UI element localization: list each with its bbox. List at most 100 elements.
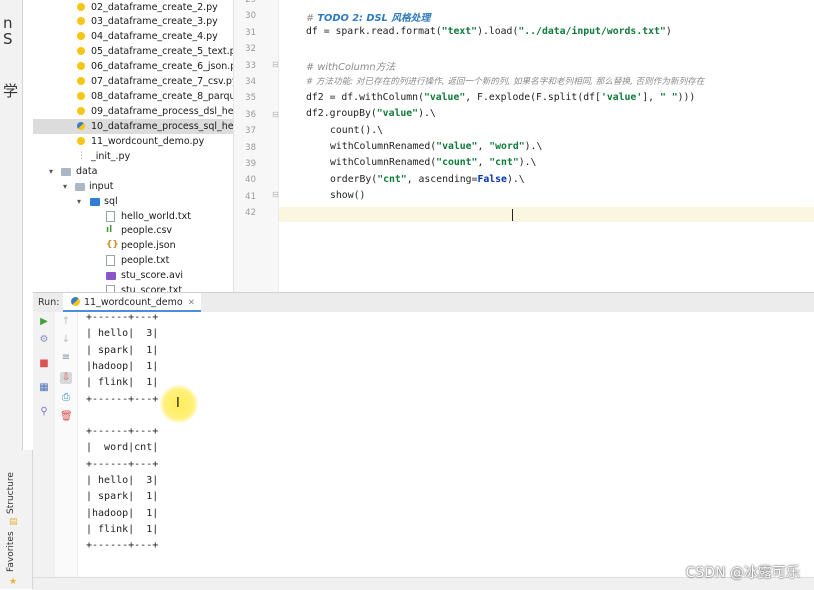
tree-item[interactable]: ▾ input bbox=[33, 179, 233, 194]
console-line: |hadoop| 1| bbox=[86, 507, 159, 519]
tree-item[interactable]: ▾ sql bbox=[33, 194, 233, 209]
structure-tab[interactable]: Structure bbox=[6, 472, 16, 514]
soft-wrap-icon[interactable]: ≡ bbox=[60, 352, 72, 364]
structure-icon: ▤ bbox=[9, 517, 18, 527]
tree-item-label: people.txt bbox=[121, 255, 170, 266]
tree-item[interactable]: stu_score.txt bbox=[33, 283, 233, 292]
tree-item-label: 04_dataframe_create_4.py bbox=[91, 31, 218, 42]
scroll-to-end-icon[interactable]: ⇩ bbox=[60, 372, 72, 384]
python-file-icon bbox=[77, 47, 85, 55]
code-line-30: # TODO 2: DSL 风格处理 bbox=[306, 13, 431, 24]
layout-icon[interactable]: ▦ bbox=[38, 382, 50, 394]
expand-chevron-icon[interactable]: ▾ bbox=[49, 164, 53, 179]
tree-item[interactable]: 07_dataframe_create_7_csv.py bbox=[33, 74, 233, 89]
folder-icon bbox=[90, 198, 100, 206]
line-number: 42 bbox=[245, 208, 256, 219]
tree-item-label: 10_dataframe_process_sql_hellow bbox=[91, 121, 234, 132]
run-console-output[interactable]: +------+---+ | hello| 3| | spark| 1| |hadoo… bbox=[78, 312, 814, 577]
tree-item-label: stu_score.txt bbox=[121, 285, 183, 292]
folder-icon bbox=[75, 183, 85, 191]
tree-item[interactable]: stu_score.avi bbox=[33, 268, 233, 283]
python-file-icon bbox=[77, 137, 85, 145]
console-line: +------+---+ bbox=[86, 393, 159, 405]
tree-item[interactable]: 09_dataframe_process_dsl_hellow bbox=[33, 104, 233, 119]
console-line: | spark| 1| bbox=[86, 491, 159, 503]
fold-marker-icon[interactable]: ⊟ bbox=[272, 60, 279, 69]
line-number: 38 bbox=[245, 142, 256, 153]
left-fragment-3: 学 bbox=[3, 82, 19, 100]
tree-item-label: data bbox=[76, 166, 98, 177]
pin-icon[interactable]: ⚲ bbox=[38, 406, 50, 418]
tree-item[interactable]: 04_dataframe_create_4.py bbox=[33, 29, 233, 44]
tree-item[interactable]: 11_wordcount_demo.py bbox=[33, 134, 233, 149]
tree-item-label: 06_dataframe_create_6_json.py bbox=[91, 61, 234, 72]
csv-file-icon: ıl bbox=[106, 225, 113, 235]
rerun-play-icon[interactable]: ▶ bbox=[38, 316, 50, 328]
tree-item[interactable]: ⋮ _init_.py bbox=[33, 149, 233, 164]
tree-item[interactable]: 06_dataframe_create_6_json.py bbox=[33, 59, 233, 74]
tree-item-label: people.json bbox=[121, 240, 176, 251]
expand-chevron-icon[interactable]: ▾ bbox=[63, 179, 67, 194]
folder-icon bbox=[61, 168, 71, 176]
line-number: 36 bbox=[245, 109, 256, 120]
python-file-icon bbox=[77, 3, 85, 11]
run-toolbar: ▶ ⚙ ■ ▦ ⚲ bbox=[33, 312, 56, 589]
tree-item-label: 02_dataframe_create_2.py bbox=[91, 2, 218, 13]
code-line-34: # 方法功能: 对已存在的列进行操作, 返回一个新的列, 如果名字和老列相同, … bbox=[306, 77, 705, 87]
line-number: 41 bbox=[245, 191, 256, 202]
text-file-icon bbox=[106, 285, 115, 292]
run-tab-11-wordcount-demo[interactable]: 11_wordcount_demo ✕ bbox=[63, 293, 201, 312]
tree-item-label: people.csv bbox=[121, 225, 173, 236]
text-file-icon bbox=[106, 211, 115, 222]
python-file-icon bbox=[77, 62, 85, 70]
tree-item[interactable]: hello_world.txt bbox=[33, 209, 233, 224]
tree-item-label: hello_world.txt bbox=[121, 211, 191, 222]
line-number: 30 bbox=[245, 11, 256, 22]
print-icon[interactable]: ⎙ bbox=[60, 392, 72, 404]
video-file-icon bbox=[106, 272, 116, 280]
settings-gear-icon[interactable]: ⚙ bbox=[38, 334, 50, 346]
tree-item-label: 05_dataframe_create_5_text.py bbox=[91, 46, 234, 57]
run-tool-header: Run: 11_wordcount_demo ✕ bbox=[33, 292, 814, 313]
tree-item[interactable]: 10_dataframe_process_sql_hellow bbox=[33, 119, 233, 134]
side-tool-tabs: ▤ Structure ★ Favorites bbox=[0, 450, 33, 589]
python-file-icon bbox=[71, 297, 80, 306]
tree-item[interactable]: {} people.json bbox=[33, 238, 233, 253]
python-file-icon bbox=[77, 107, 85, 115]
line-number: 31 bbox=[245, 27, 256, 38]
favorites-tab[interactable]: Favorites bbox=[6, 531, 16, 572]
python-file-icon bbox=[77, 77, 85, 85]
tree-item-label: 07_dataframe_create_7_csv.py bbox=[91, 76, 234, 87]
tree-item-label: 09_dataframe_process_dsl_hellow bbox=[91, 106, 234, 117]
console-line: | flink| 1| bbox=[86, 377, 159, 389]
expand-chevron-icon[interactable]: ▾ bbox=[77, 194, 81, 209]
tree-item-label: 11_wordcount_demo.py bbox=[91, 136, 205, 147]
line-number: 37 bbox=[245, 126, 256, 137]
console-line: | hello| 3| bbox=[86, 328, 159, 340]
scroll-down-arrow-icon[interactable]: ↓ bbox=[60, 334, 72, 346]
console-line: |hadoop| 1| bbox=[86, 360, 159, 372]
line-number: 34 bbox=[245, 77, 256, 87]
tree-item[interactable]: ▾ data bbox=[33, 164, 233, 179]
tree-item[interactable]: 05_dataframe_create_5_text.py bbox=[33, 44, 233, 59]
tree-item[interactable]: 02_dataframe_create_2.py bbox=[33, 0, 233, 15]
close-tab-icon[interactable]: ✕ bbox=[188, 298, 195, 308]
trash-icon[interactable]: 🗑 bbox=[60, 411, 73, 423]
scroll-up-arrow-icon[interactable]: ↑ bbox=[60, 316, 72, 328]
watermark: CSDN @冰露可乐 bbox=[685, 565, 800, 581]
tree-item[interactable]: people.txt bbox=[33, 253, 233, 268]
code-editor[interactable]: 29 30 31 32 33 34 35 36 37 38 39 40 41 42 ⊟ ⊟ ⊟ # TODO 2… bbox=[234, 0, 814, 292]
tree-item-label: sql bbox=[104, 196, 118, 207]
code-line-37: count().\ bbox=[330, 125, 384, 136]
tree-item[interactable]: 08_dataframe_create_8_parquet. bbox=[33, 89, 233, 104]
tree-item[interactable]: ıl people.csv bbox=[33, 223, 233, 238]
project-tree: 02_dataframe_create_2.py 03_dataframe_cre… bbox=[33, 0, 234, 292]
python-file-icon bbox=[77, 17, 85, 25]
stop-icon[interactable]: ■ bbox=[38, 358, 50, 370]
console-line: | spark| 1| bbox=[86, 344, 159, 356]
tree-item[interactable]: 03_dataframe_create_3.py bbox=[33, 14, 233, 29]
fold-marker-icon[interactable]: ⊟ bbox=[272, 190, 279, 199]
run-tab-label: 11_wordcount_demo bbox=[84, 297, 183, 308]
fold-marker-icon[interactable]: ⊟ bbox=[272, 110, 279, 119]
tree-item-label: 08_dataframe_create_8_parquet. bbox=[91, 91, 234, 102]
